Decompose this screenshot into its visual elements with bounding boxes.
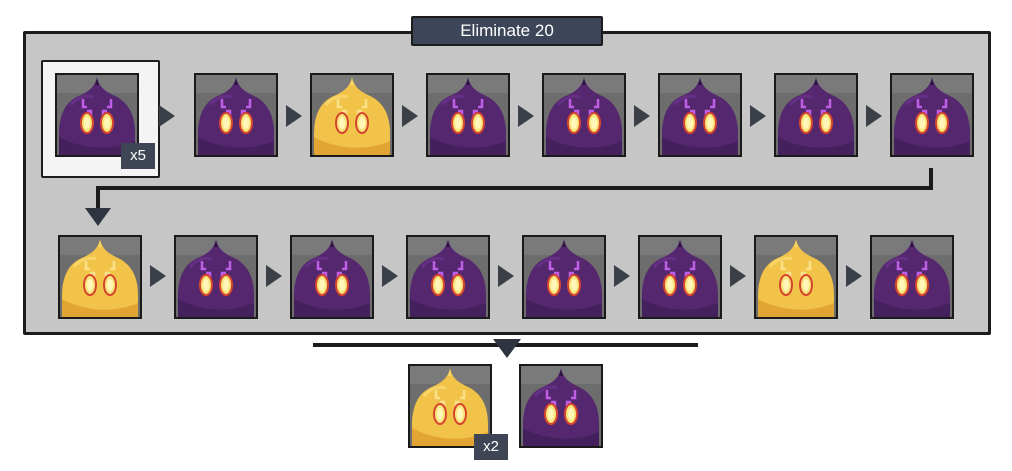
row2-slime-tile[interactable] — [870, 235, 954, 319]
row2-slime-tile[interactable] — [58, 235, 142, 319]
right-arrow-icon — [614, 265, 630, 287]
purple-slime-icon — [640, 237, 720, 317]
purple-slime-icon — [872, 237, 952, 317]
right-arrow-icon — [266, 265, 282, 287]
purple-slime-icon — [292, 237, 372, 317]
row-connector-arrow-icon — [85, 208, 111, 226]
right-arrow-icon — [382, 265, 398, 287]
purple-slime-icon — [892, 75, 972, 155]
row1-slime-tile[interactable] — [194, 73, 278, 157]
right-arrow-icon — [498, 265, 514, 287]
right-arrow-icon — [730, 265, 746, 287]
row-connector-horizontal — [96, 186, 933, 190]
row2-slime-tile[interactable] — [406, 235, 490, 319]
row2-slime-tile[interactable] — [522, 235, 606, 319]
row1-slime-tile[interactable] — [890, 73, 974, 157]
right-arrow-icon — [518, 105, 534, 127]
count-badge: x2 — [474, 434, 508, 460]
right-arrow-icon — [159, 105, 175, 127]
row1-slime-tile[interactable] — [658, 73, 742, 157]
result-slime-tile[interactable] — [519, 364, 603, 448]
purple-slime-icon — [196, 75, 276, 155]
right-arrow-icon — [846, 265, 862, 287]
right-arrow-icon — [150, 265, 166, 287]
purple-slime-icon — [660, 75, 740, 155]
row-connector-vertical-left — [96, 186, 100, 210]
count-badge: x5 — [121, 143, 155, 169]
row2-slime-tile[interactable] — [638, 235, 722, 319]
row2-slime-tile[interactable] — [290, 235, 374, 319]
purple-slime-icon — [524, 237, 604, 317]
row1-slime-tile[interactable] — [310, 73, 394, 157]
right-arrow-icon — [286, 105, 302, 127]
purple-slime-icon — [544, 75, 624, 155]
purple-slime-icon — [408, 237, 488, 317]
result-arrow-icon — [493, 339, 521, 358]
purple-slime-icon — [521, 366, 601, 446]
yellow-slime-icon — [312, 75, 392, 155]
row1-slime-tile[interactable] — [542, 73, 626, 157]
purple-slime-icon — [176, 237, 256, 317]
row1-slime-tile[interactable] — [426, 73, 510, 157]
right-arrow-icon — [750, 105, 766, 127]
row2-slime-tile[interactable] — [174, 235, 258, 319]
purple-slime-icon — [776, 75, 856, 155]
right-arrow-icon — [866, 105, 882, 127]
right-arrow-icon — [634, 105, 650, 127]
yellow-slime-icon — [756, 237, 836, 317]
row1-slime-tile[interactable] — [774, 73, 858, 157]
yellow-slime-icon — [60, 237, 140, 317]
panel-title: Eliminate 20 — [411, 16, 603, 46]
row2-slime-tile[interactable] — [754, 235, 838, 319]
purple-slime-icon — [428, 75, 508, 155]
right-arrow-icon — [402, 105, 418, 127]
